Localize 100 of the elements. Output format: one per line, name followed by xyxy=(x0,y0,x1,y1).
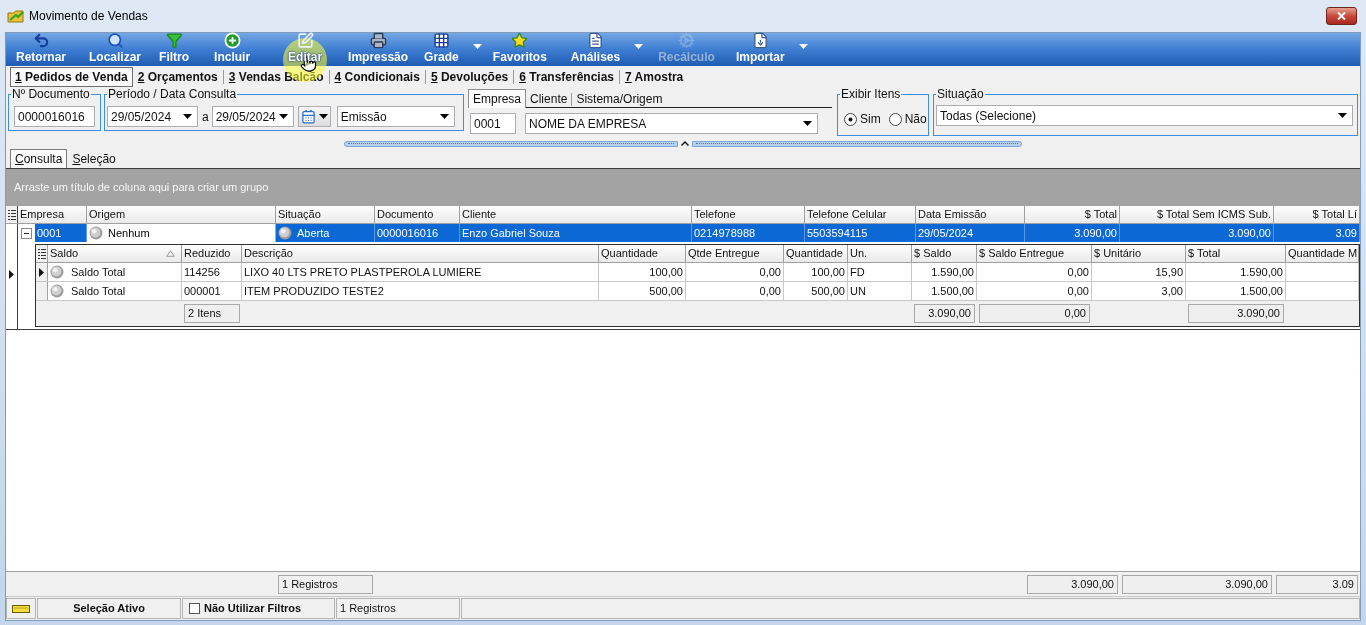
tab[interactable]: 3 Vendas Balcão xyxy=(223,67,329,87)
column-header[interactable]: $ Saldo Entregue xyxy=(977,245,1092,262)
grid-icon xyxy=(432,32,450,49)
filter-tab[interactable]: Empresa xyxy=(468,89,527,108)
summary-cell: 2 Itens xyxy=(184,304,240,323)
column-header[interactable]: Descrição xyxy=(242,245,599,262)
date-type-dropdown[interactable]: Emissão xyxy=(336,106,455,127)
column-header[interactable]: Reduzido xyxy=(182,245,242,262)
tab[interactable]: 4 Condicionais xyxy=(329,67,425,87)
toolbar-button[interactable]: Retornar xyxy=(8,33,74,66)
toolbar-button[interactable]: Filtro xyxy=(151,33,198,66)
summary-cell: 1 Registros xyxy=(278,574,373,594)
dropdown-arrow-icon xyxy=(278,114,288,119)
column-header[interactable]: $ Saldo xyxy=(912,245,977,262)
tab[interactable]: 2 Orçamentos xyxy=(132,67,223,87)
column-header[interactable]: Quantidade xyxy=(599,245,686,262)
document-icon xyxy=(587,32,604,49)
table-cell: 29/05/2024 xyxy=(916,224,1025,242)
dropdown-arrow-icon[interactable] xyxy=(472,44,482,49)
table-cell: 1.500,00 xyxy=(1186,282,1286,300)
toolbar-button[interactable]: Impressão xyxy=(340,33,417,66)
range-separator: a xyxy=(202,108,209,126)
table-cell: 0,00 xyxy=(977,263,1092,281)
column-header[interactable]: $ Total xyxy=(1025,206,1120,223)
column-header[interactable]: $ Total xyxy=(1186,245,1286,262)
tab[interactable]: 5 Devoluções xyxy=(425,67,514,87)
tab[interactable]: Consulta xyxy=(10,149,68,168)
table-cell: 0,00 xyxy=(686,282,784,300)
cell-text: Nenhum xyxy=(108,225,150,241)
splitter-bar[interactable] xyxy=(692,140,1022,147)
column-header[interactable]: Situação xyxy=(276,206,375,223)
column-header[interactable]: Quantidade xyxy=(784,245,848,262)
dropdown-arrow-icon[interactable] xyxy=(798,44,808,49)
toolbar-button[interactable]: Grade xyxy=(416,33,467,66)
tab[interactable]: 7 Amostra xyxy=(620,67,689,87)
company-dropdown[interactable]: NOME DA EMPRESA xyxy=(525,113,818,134)
column-header[interactable]: Telefone xyxy=(692,206,805,223)
tab[interactable]: 1 Pedidos de Venda xyxy=(10,67,133,87)
table-cell: 3,00 xyxy=(1092,282,1186,300)
dropdown-arrow-icon xyxy=(1338,113,1347,118)
column-header[interactable]: Cliente xyxy=(460,206,692,223)
column-header[interactable]: Telefone Celular xyxy=(805,206,916,223)
toolbar-button[interactable]: Importar xyxy=(727,33,793,66)
cell-text: Saldo Total xyxy=(71,264,126,280)
column-header[interactable]: Saldo xyxy=(48,245,182,262)
close-button[interactable] xyxy=(1326,7,1357,25)
table-cell: 000001 xyxy=(182,282,242,300)
filter-tab[interactable]: Sistema/Origem xyxy=(572,91,667,108)
toolbar-button[interactable]: Favoritos xyxy=(484,33,555,66)
radio-button[interactable]: Sim xyxy=(844,110,881,128)
minus-box-icon[interactable] xyxy=(21,227,32,239)
column-chooser-icon[interactable] xyxy=(7,209,16,220)
column-header[interactable]: Origem xyxy=(87,206,276,223)
record-count: 1 Registros xyxy=(336,598,460,619)
column-header[interactable]: Un. xyxy=(848,245,912,262)
status-dot-icon xyxy=(50,284,64,298)
toolbar-button[interactable]: Análises xyxy=(562,33,629,66)
document-field[interactable]: 0000016016 xyxy=(14,106,95,127)
toolbar-button[interactable]: Incluir xyxy=(206,33,259,66)
plus-circle-icon xyxy=(223,32,241,49)
tab[interactable]: 6 Transferências xyxy=(514,67,619,87)
table-cell: 0214978988 xyxy=(692,224,805,242)
column-header[interactable]: Qtde Entregue xyxy=(686,245,784,262)
table-cell: 1.590,00 xyxy=(912,263,977,281)
table-row[interactable]: 0001 Nenhum Aberta 0000016016 Enzo Gabriel Souza 0214978988 5503594115 29/05/2024 3.090,00 3.090,00 3.09 xyxy=(35,224,1360,242)
table-cell: 15,90 xyxy=(1092,263,1186,281)
toolbar-button[interactable]: Localizar xyxy=(81,33,150,66)
column-header[interactable]: Data Emissão xyxy=(916,206,1025,223)
table-cell: UN xyxy=(848,282,912,300)
column-header[interactable]: $ Total Sem ICMS Sub. xyxy=(1120,206,1274,223)
date-from-dropdown[interactable]: 29/05/2024 xyxy=(107,106,198,127)
dropdown-arrow-icon[interactable] xyxy=(634,44,644,49)
column-header[interactable]: Documento xyxy=(375,206,460,223)
company-code-field[interactable]: 0001 xyxy=(470,113,516,134)
calendar-button[interactable] xyxy=(297,106,331,127)
tab[interactable]: Seleção xyxy=(67,149,121,168)
group-label: Exibir Itens xyxy=(840,88,902,101)
folder-icon xyxy=(12,604,30,613)
table-cell: 500,00 xyxy=(784,282,848,300)
column-header[interactable]: $ Total Lí xyxy=(1274,206,1360,223)
cell-text: Saldo Total xyxy=(71,283,126,299)
table-cell: 0,00 xyxy=(977,282,1092,300)
caret-up-icon[interactable] xyxy=(681,141,689,146)
printer-icon xyxy=(369,32,387,49)
table-cell: FD xyxy=(848,263,912,281)
splitter-bar[interactable] xyxy=(344,140,678,147)
table-cell: 5503594115 xyxy=(805,224,916,242)
date-to-dropdown[interactable]: 29/05/2024 xyxy=(211,106,294,127)
calendar-icon xyxy=(300,109,316,124)
app-icon xyxy=(7,8,25,24)
radio-button[interactable]: Não xyxy=(888,110,927,128)
column-header[interactable]: Quantidade M xyxy=(1286,245,1359,262)
checkbox[interactable]: Não Utilizar Filtros xyxy=(189,600,302,617)
status-dropdown[interactable]: Todas (Selecione) xyxy=(936,105,1353,126)
row-pointer-icon xyxy=(39,267,44,277)
column-chooser-icon[interactable] xyxy=(37,248,46,259)
search-icon xyxy=(106,32,124,49)
column-header[interactable]: Empresa xyxy=(18,206,87,223)
dropdown-arrow-icon xyxy=(803,121,812,126)
column-header[interactable]: $ Unitário xyxy=(1092,245,1186,262)
